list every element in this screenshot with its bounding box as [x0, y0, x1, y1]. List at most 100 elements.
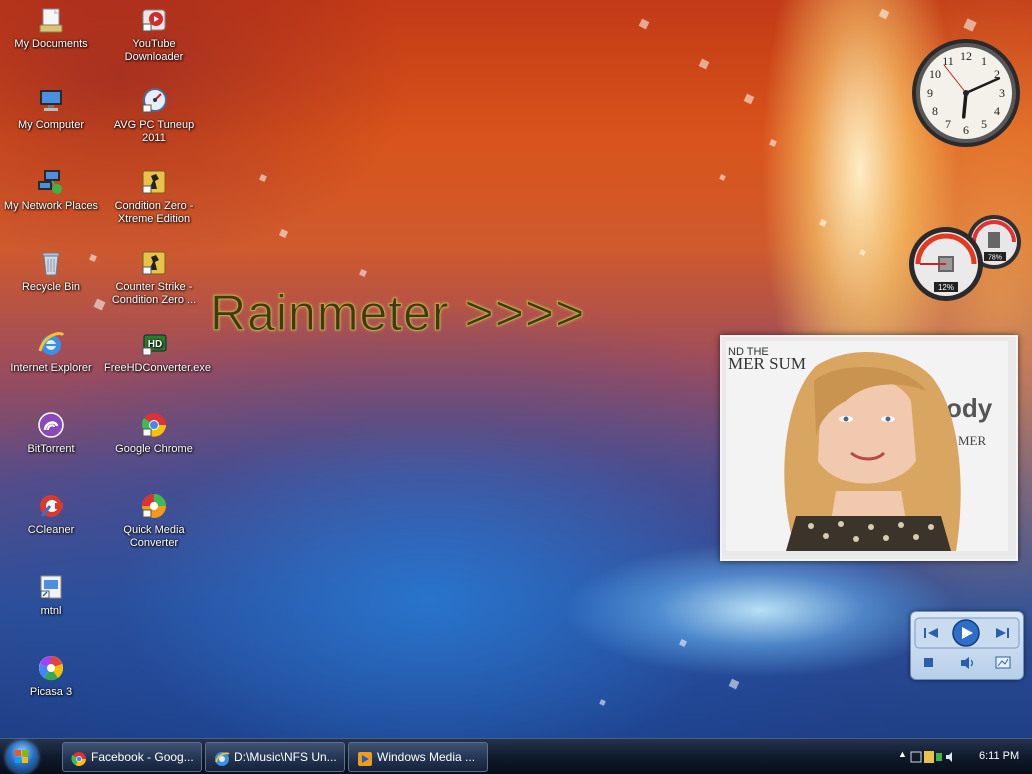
sparkle — [769, 139, 777, 147]
app-tray-icon[interactable] — [924, 751, 934, 763]
cpu-meter-gauges: 78% 12% — [909, 215, 1021, 301]
network-tray-icon[interactable] — [910, 751, 922, 763]
clock-number: 9 — [927, 86, 933, 100]
desktop[interactable]: My Documents My Computer My Network Plac… — [0, 0, 1032, 774]
desktop-icon-quick-media-converter[interactable]: Quick Media Converter — [104, 491, 204, 550]
desktop-icon-ccleaner[interactable]: CCleaner — [1, 491, 101, 537]
sparkle — [599, 699, 606, 706]
desktop-icon-counter-strike-condition-zero[interactable]: Counter Strike - Condition Zero ... — [104, 248, 204, 307]
desktop-icon-freehdconverter[interactable]: HD FreeHDConverter.exe — [104, 329, 211, 375]
media-player-icon — [357, 749, 373, 766]
sparkle — [743, 93, 755, 105]
taskbar-button-music-folder[interactable]: D:\Music\NFS Un... — [205, 742, 345, 772]
desktop-icon-bittorrent[interactable]: BitTorrent — [1, 410, 101, 456]
desktop-icon-my-computer[interactable]: My Computer — [1, 86, 101, 132]
counter-strike-icon — [139, 167, 169, 197]
icon-label: Google Chrome — [115, 443, 193, 455]
sparkle — [278, 228, 289, 239]
clock-hour-hand — [961, 91, 968, 119]
sparkle — [963, 18, 977, 32]
sparkle — [859, 249, 866, 256]
internet-explorer-icon — [36, 329, 66, 359]
desktop-icon-picasa-3[interactable]: Picasa 3 — [1, 653, 101, 699]
volume-tray-icon[interactable] — [946, 752, 952, 762]
media-controls — [914, 617, 1020, 669]
clock-number: 11 — [942, 54, 954, 68]
photo-backdrop-text: MER — [958, 433, 987, 448]
system-tray: ▲ 6:11 PM — [892, 739, 1032, 774]
task-label: D:\Music\NFS Un... — [234, 750, 337, 764]
media-converter-icon — [139, 491, 169, 521]
explorer-icon — [214, 749, 230, 766]
desktop-icon-youtube-downloader[interactable]: YouTube Downloader — [104, 5, 204, 64]
icon-label: Recycle Bin — [21, 281, 81, 293]
photo-backdrop-text: MER SUM — [728, 354, 806, 373]
avg-tuneup-icon — [139, 86, 169, 116]
clock-number: 6 — [963, 123, 969, 137]
cpu-meter-gadget[interactable]: 78% 12% — [908, 214, 1024, 304]
shortcut-icon — [36, 572, 66, 602]
desktop-icon-condition-zero-xtreme[interactable]: Condition Zero - Xtreme Edition — [104, 167, 204, 226]
clock-number: 4 — [994, 104, 1000, 118]
desktop-icon-my-network-places[interactable]: My Network Places — [1, 167, 101, 213]
sparkle — [819, 219, 827, 227]
show-hidden-icons-icon[interactable]: ▲ — [898, 749, 907, 759]
sparkle — [638, 18, 650, 30]
icon-label: Counter Strike - Condition Zero ... — [111, 281, 197, 306]
icon-label: Condition Zero - Xtreme Edition — [114, 200, 194, 225]
clock-number: 7 — [945, 117, 951, 131]
photo-backdrop-text: ody — [946, 393, 993, 423]
taskbar-clock[interactable]: 6:11 PM — [979, 750, 1019, 762]
clock-number: 5 — [981, 117, 987, 131]
icon-label: Picasa 3 — [29, 686, 73, 698]
icon-label: mtnl — [40, 605, 62, 617]
taskbar-button-windows-media[interactable]: Windows Media ... — [348, 742, 488, 772]
clock-gadget[interactable]: 12 1 2 3 4 5 6 7 8 9 10 11 — [910, 37, 1022, 149]
clock-number: 1 — [981, 54, 987, 68]
icon-label: YouTube Downloader — [124, 38, 184, 63]
sparkle — [719, 174, 726, 181]
rainmeter-label: Rainmeter >>>> — [209, 285, 586, 342]
start-button[interactable] — [6, 741, 38, 773]
recycle-bin-icon — [36, 248, 66, 278]
desktop-icon-recycle-bin[interactable]: Recycle Bin — [1, 248, 101, 294]
icon-label: AVG PC Tuneup 2011 — [113, 119, 195, 144]
media-player-gadget[interactable] — [910, 611, 1024, 680]
volume-icon[interactable] — [961, 657, 974, 669]
tray-icons — [910, 751, 952, 763]
windows-logo-icon — [15, 750, 28, 763]
antivirus-tray-icon[interactable] — [936, 753, 942, 761]
slideshow-photo: ND THE MER SUM ody MER — [726, 341, 1008, 551]
documents-icon — [36, 5, 66, 35]
icon-label: BitTorrent — [27, 443, 75, 455]
icon-label: My Network Places — [3, 200, 99, 212]
sparkle — [878, 8, 890, 20]
taskbar-button-facebook[interactable]: Facebook - Goog... — [62, 742, 202, 772]
icon-label: Internet Explorer — [10, 362, 92, 374]
network-icon — [36, 167, 66, 197]
desktop-icon-google-chrome[interactable]: Google Chrome — [104, 410, 204, 456]
ccleaner-icon — [36, 491, 66, 521]
counter-strike-icon — [139, 248, 169, 278]
task-label: Windows Media ... — [377, 750, 476, 764]
desktop-icon-avg-pc-tuneup[interactable]: AVG PC Tuneup 2011 — [104, 86, 204, 145]
sparkle — [679, 639, 687, 647]
sparkle — [359, 269, 367, 277]
memory-percent: 78% — [988, 255, 1002, 262]
play-icon[interactable] — [952, 619, 980, 647]
desktop-icon-my-documents[interactable]: My Documents — [1, 5, 101, 51]
clock-number: 3 — [999, 86, 1005, 100]
slideshow-gadget[interactable]: ND THE MER SUM ody MER — [720, 335, 1018, 561]
sparkle — [728, 678, 740, 690]
icon-label: My Computer — [17, 119, 85, 131]
picasa-icon — [36, 653, 66, 683]
desktop-icon-mtnl[interactable]: mtnl — [1, 572, 101, 618]
icon-label: My Documents — [14, 38, 88, 50]
sparkle — [259, 174, 267, 182]
visualization-icon[interactable] — [995, 656, 1011, 669]
stop-icon[interactable] — [924, 658, 933, 667]
task-label: Facebook - Goog... — [91, 750, 194, 764]
clock-number: 10 — [929, 67, 941, 81]
clock-face: 12 1 2 3 4 5 6 7 8 9 10 11 — [912, 39, 1020, 147]
desktop-icon-internet-explorer[interactable]: Internet Explorer — [1, 329, 101, 375]
